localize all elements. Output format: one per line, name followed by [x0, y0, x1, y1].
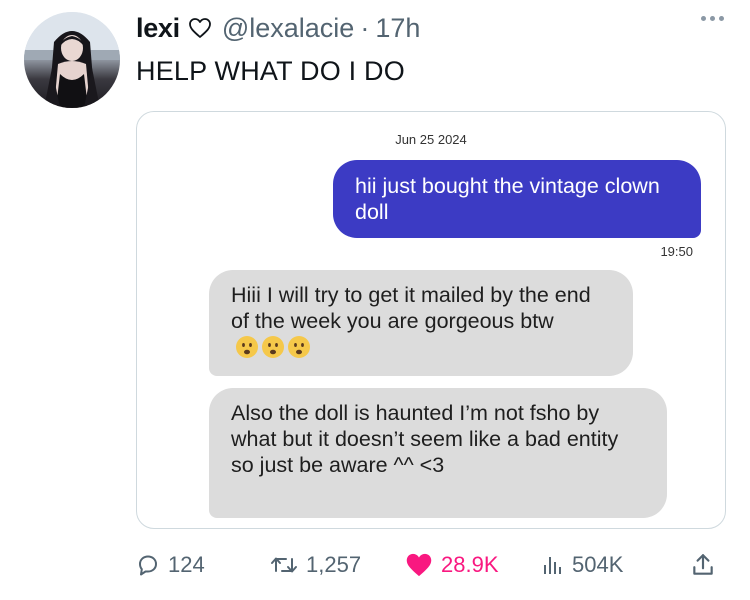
frowning-face-emojis: [235, 335, 311, 359]
post-time[interactable]: 17h: [375, 13, 420, 44]
sent-message-time: 19:50: [660, 244, 693, 259]
tweet-actions: 124 1,257 28.9K 504K: [0, 545, 750, 585]
more-dots-icon[interactable]: [701, 16, 724, 21]
like-button[interactable]: 28.9K: [405, 545, 499, 585]
heart-filled-icon: [406, 553, 432, 577]
chat-date: Jun 25 2024: [395, 132, 467, 147]
separator-dot: ·: [360, 12, 370, 43]
attached-screenshot[interactable]: Jun 25 2024 hii just bought the vintage …: [136, 111, 726, 529]
received-message-bubble: Hiii I will try to get it mailed by the …: [209, 270, 633, 376]
views-icon: [544, 557, 561, 574]
received-message-text: Also the doll is haunted I’m not fsho by…: [231, 401, 619, 477]
retweet-count: 1,257: [306, 552, 362, 577]
reply-icon: [139, 555, 157, 576]
received-message-text: Hiii I will try to get it mailed by the …: [231, 283, 591, 333]
views-count: 504K: [572, 552, 624, 577]
retweet-button[interactable]: 1,257: [270, 545, 361, 585]
frowning-face-icon: [236, 336, 258, 358]
tweet-text: HELP WHAT DO I DO: [136, 56, 405, 86]
retweet-icon: [271, 557, 297, 573]
tweet: lexi @lexalacie · 17h HELP WHAT DO I DO …: [0, 0, 750, 600]
sent-message-bubble: hii just bought the vintage clown doll: [333, 160, 701, 238]
frowning-face-icon: [288, 336, 310, 358]
avatar-image: [24, 12, 120, 108]
author-handle[interactable]: @lexalacie: [222, 13, 354, 44]
reply-count: 124: [168, 552, 205, 577]
received-message-bubble: Also the doll is haunted I’m not fsho by…: [209, 388, 667, 518]
author-name[interactable]: lexi: [136, 13, 180, 44]
share-icon: [693, 554, 713, 575]
views-button[interactable]: 504K: [540, 545, 623, 585]
sent-message-text: hii just bought the vintage clown doll: [355, 174, 660, 224]
share-button[interactable]: [690, 545, 716, 585]
avatar[interactable]: [24, 12, 120, 108]
reply-button[interactable]: 124: [136, 545, 205, 585]
heart-outline-icon: [188, 17, 212, 39]
frowning-face-icon: [262, 336, 284, 358]
like-count: 28.9K: [441, 552, 499, 577]
tweet-header: lexi @lexalacie · 17h: [136, 8, 420, 48]
